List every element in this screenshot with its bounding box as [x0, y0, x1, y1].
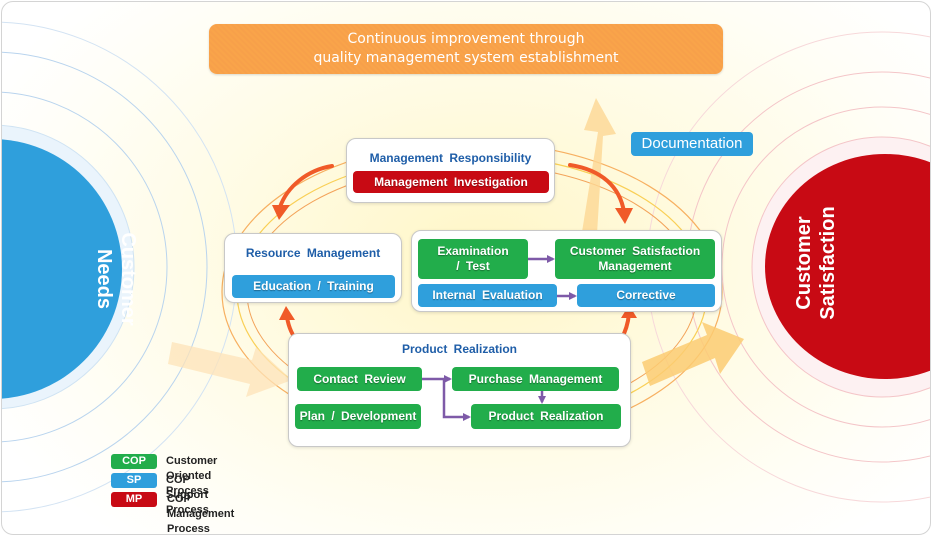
arrow-contact-to-product: [442, 379, 471, 421]
product-realization-card: Product Realization Contact Review Purch…: [288, 333, 631, 447]
legend-badge-sp: SP: [111, 473, 157, 488]
resource-management-title: Resource Management: [245, 246, 381, 260]
management-responsibility-title: Management Responsibility: [369, 151, 532, 165]
customer-satisfaction-line2: Satisfaction: [817, 206, 839, 320]
improvement-banner: Continuous improvement through quality m…: [209, 24, 723, 74]
resource-management-card: Resource Management Education / Training: [224, 233, 402, 303]
measurement-flow-arrows: [528, 255, 577, 300]
legend-badge-cop: COP: [111, 454, 157, 469]
education-training-box[interactable]: Education / Training: [232, 275, 395, 298]
flow-arrow-up: [582, 98, 616, 234]
diagram-frame: Customer Needs Customer Satisfaction Con…: [1, 1, 931, 535]
flow-arrow-in: [168, 342, 292, 397]
banner-line2: quality management system establishment: [313, 50, 619, 66]
measurement-card: Examination / Test Customer Satisfaction…: [411, 230, 722, 312]
customer-satisfaction-label: Customer Satisfaction: [792, 193, 842, 333]
customer-needs-label: Customer Needs: [90, 219, 140, 339]
flow-arrow-out: [642, 322, 744, 386]
product-flow-arrows: [422, 375, 546, 421]
management-investigation-box[interactable]: Management Investigation: [353, 171, 549, 193]
customer-needs-line2: Needs: [93, 248, 115, 310]
customer-needs-line1: Customer: [117, 232, 139, 326]
banner-line1: Continuous improvement through: [347, 31, 585, 47]
legend-label-mp: COP Management Process: [167, 493, 235, 535]
documentation-badge[interactable]: Documentation: [631, 132, 753, 156]
management-responsibility-card: Management Responsibility Management Inv…: [346, 138, 555, 203]
legend-badge-mp: MP: [111, 492, 157, 507]
customer-satisfaction-line1: Customer: [793, 216, 815, 310]
